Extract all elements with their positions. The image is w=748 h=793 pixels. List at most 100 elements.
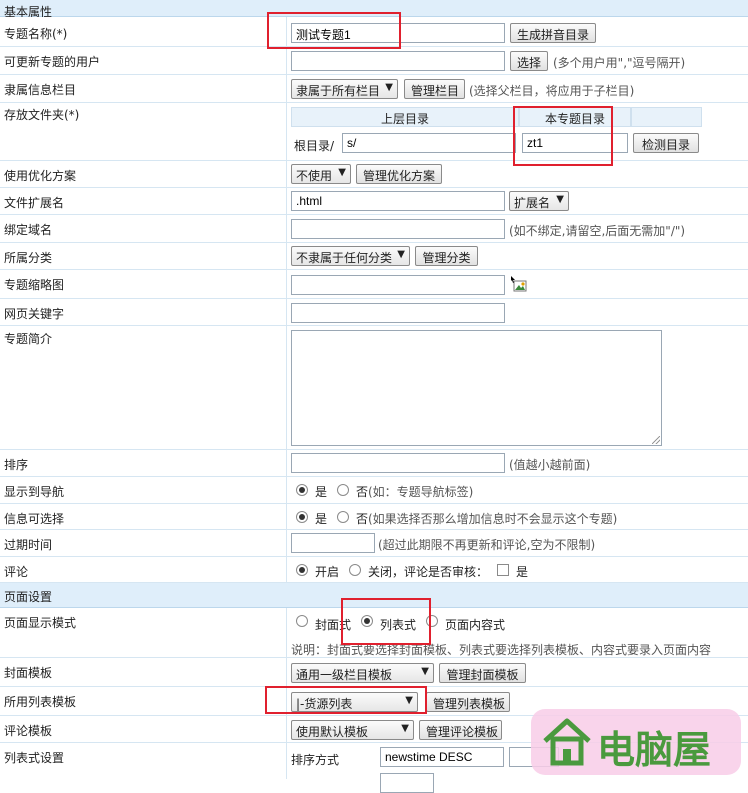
resize-grip-icon[interactable] bbox=[652, 436, 660, 444]
row-cover-template: 封面模板 通用一级栏目模板 ▼ 管理封面模板 bbox=[0, 658, 748, 687]
update-users-input[interactable] bbox=[291, 51, 505, 71]
manage-cover-template-button[interactable]: 管理封面模板 bbox=[439, 663, 526, 683]
comment-template-select[interactable]: 使用默认模板 ▼ bbox=[291, 720, 414, 740]
nav-hint: (如：专题导航标签) bbox=[368, 485, 474, 499]
self-dir-input[interactable]: zt1 bbox=[522, 133, 628, 153]
manage-list-template-button[interactable]: 管理列表模板 bbox=[426, 692, 510, 712]
row-order: 排序 (值越小越前面) bbox=[0, 450, 748, 477]
cover-template-select[interactable]: 通用一级栏目模板 ▼ bbox=[291, 663, 434, 683]
dir-header-spacer bbox=[631, 107, 702, 127]
section-title: 页面设置 bbox=[4, 590, 53, 604]
field-label: 专题简介 bbox=[4, 332, 53, 346]
row-selectable: 信息可选择 是 否 (如果选择否那么增加信息时不会显示这个专题) bbox=[0, 504, 748, 530]
topic-name-input[interactable]: 测试专题1 bbox=[291, 23, 505, 43]
extension-input[interactable]: .html bbox=[291, 191, 505, 211]
column-select[interactable]: 隶属于所有栏目 ▼ bbox=[291, 79, 398, 99]
comment-off-label: 关闭，评论是否审核： bbox=[368, 565, 489, 579]
sort-input[interactable]: newstime DESC bbox=[380, 747, 504, 767]
chevron-down-icon: ▼ bbox=[338, 167, 346, 178]
mode-cover-label: 封面式 bbox=[315, 618, 352, 632]
field-label: 封面模板 bbox=[4, 666, 53, 680]
selectable-yes-radio[interactable] bbox=[296, 511, 308, 523]
row-folder: 存放文件夹(*) 上层目录 本专题目录 根目录/ s/ zt1 检测目录 bbox=[0, 103, 748, 161]
field-label: 绑定域名 bbox=[4, 223, 53, 237]
row-category: 所属分类 不隶属于任何分类 ▼ 管理分类 bbox=[0, 243, 748, 270]
row-optimize: 使用优化方案 不使用 ▼ 管理优化方案 bbox=[0, 161, 748, 188]
update-users-hint: (多个用户用","逗号隔开) bbox=[553, 56, 686, 70]
intro-textarea[interactable] bbox=[291, 330, 662, 446]
field-label: 使用优化方案 bbox=[4, 169, 77, 183]
row-comment: 评论 开启 关闭，评论是否审核： 是 bbox=[0, 557, 748, 583]
order-input[interactable] bbox=[291, 453, 505, 473]
self-dir-header: 本专题目录 bbox=[519, 107, 631, 127]
list-template-select[interactable]: |-货源列表 ▼ bbox=[291, 692, 418, 712]
row-intro: 专题简介 bbox=[0, 326, 748, 450]
chevron-down-icon: ▼ bbox=[401, 723, 409, 734]
selectable-yes-label: 是 bbox=[315, 512, 328, 526]
manage-category-button[interactable]: 管理分类 bbox=[415, 246, 478, 266]
domain-input[interactable] bbox=[291, 219, 505, 239]
select-users-button[interactable]: 选择 bbox=[510, 51, 548, 71]
selectable-no-radio[interactable] bbox=[337, 511, 349, 523]
field-label: 专题缩略图 bbox=[4, 278, 65, 292]
selectable-no-label: 否 bbox=[356, 512, 369, 526]
thumbnail-input[interactable] bbox=[291, 275, 505, 295]
row-thumbnail: 专题缩略图 bbox=[0, 270, 748, 299]
mode-list-radio[interactable] bbox=[361, 615, 373, 627]
field-label: 可更新专题的用户 bbox=[4, 55, 101, 69]
row-column: 隶属信息栏目 隶属于所有栏目 ▼ 管理栏目 (选择父栏目，将应用于子栏目) bbox=[0, 75, 748, 103]
row-extension: 文件扩展名 .html 扩展名 ▼ bbox=[0, 188, 748, 215]
manage-optimize-button[interactable]: 管理优化方案 bbox=[356, 164, 442, 184]
field-label: 排序 bbox=[4, 458, 29, 472]
check-dir-button[interactable]: 检测目录 bbox=[633, 133, 699, 153]
list-sub-input[interactable] bbox=[380, 773, 434, 793]
comment-on-label: 开启 bbox=[315, 565, 340, 579]
manage-comment-template-button[interactable]: 管理评论模板 bbox=[419, 720, 502, 740]
nav-no-radio[interactable] bbox=[337, 484, 349, 496]
mode-list-label: 列表式 bbox=[380, 618, 417, 632]
expire-hint: (超过此期限不再更新和评论,空为不限制) bbox=[378, 538, 596, 552]
category-select[interactable]: 不隶属于任何分类 ▼ bbox=[291, 246, 410, 266]
extension-select[interactable]: 扩展名 ▼ bbox=[509, 191, 569, 211]
field-label: 评论 bbox=[4, 565, 29, 579]
section-page-header: 页面设置 bbox=[0, 583, 748, 608]
comment-off-radio[interactable] bbox=[349, 564, 361, 576]
comment-on-radio[interactable] bbox=[296, 564, 308, 576]
selectable-hint: (如果选择否那么增加信息时不会显示这个专题) bbox=[368, 512, 618, 526]
field-label: 页面显示模式 bbox=[4, 616, 77, 630]
house-logo-icon bbox=[543, 718, 591, 766]
parent-dir-header: 上层目录 bbox=[291, 107, 519, 127]
row-nav: 显示到导航 是 否 (如：专题导航标签) bbox=[0, 477, 748, 504]
comment-review-checkbox[interactable] bbox=[497, 564, 509, 576]
field-label: 显示到导航 bbox=[4, 485, 65, 499]
root-dir-label: 根目录/ bbox=[294, 139, 335, 153]
display-mode-note: 说明：封面式要选择封面模板、列表式要选择列表模板、内容式要录入页面内容 bbox=[291, 643, 712, 657]
row-update-users: 可更新专题的用户 选择 (多个用户用","逗号隔开) bbox=[0, 47, 748, 75]
generate-pinyin-button[interactable]: 生成拼音目录 bbox=[510, 23, 596, 43]
row-topic-name: 专题名称(*) 测试专题1 生成拼音目录 bbox=[0, 17, 748, 47]
mode-content-radio[interactable] bbox=[426, 615, 438, 627]
image-picker-icon[interactable] bbox=[510, 276, 527, 292]
field-label: 隶属信息栏目 bbox=[4, 83, 77, 97]
chevron-down-icon: ▼ bbox=[421, 666, 429, 677]
nav-yes-radio[interactable] bbox=[296, 484, 308, 496]
expire-input[interactable] bbox=[291, 533, 375, 553]
optimize-select[interactable]: 不使用 ▼ bbox=[291, 164, 351, 184]
order-hint: (值越小越前面) bbox=[509, 458, 591, 472]
manage-column-button[interactable]: 管理栏目 bbox=[404, 79, 465, 99]
parent-dir-input[interactable]: s/ bbox=[342, 133, 516, 153]
field-label: 专题名称(*) bbox=[4, 27, 68, 41]
mode-cover-radio[interactable] bbox=[296, 615, 308, 627]
field-label: 所属分类 bbox=[4, 251, 53, 265]
field-label: 评论模板 bbox=[4, 724, 53, 738]
field-label: 存放文件夹(*) bbox=[4, 108, 80, 122]
field-label: 文件扩展名 bbox=[4, 196, 65, 210]
mode-content-label: 页面内容式 bbox=[445, 618, 506, 632]
chevron-down-icon: ▼ bbox=[405, 695, 413, 706]
chevron-down-icon: ▼ bbox=[385, 82, 393, 93]
section-basic-header: 基本属性 bbox=[0, 0, 748, 19]
chevron-down-icon: ▼ bbox=[397, 249, 405, 260]
nav-yes-label: 是 bbox=[315, 485, 328, 499]
keywords-input[interactable] bbox=[291, 303, 505, 323]
row-domain: 绑定域名 (如不绑定,请留空,后面无需加"/") bbox=[0, 215, 748, 243]
